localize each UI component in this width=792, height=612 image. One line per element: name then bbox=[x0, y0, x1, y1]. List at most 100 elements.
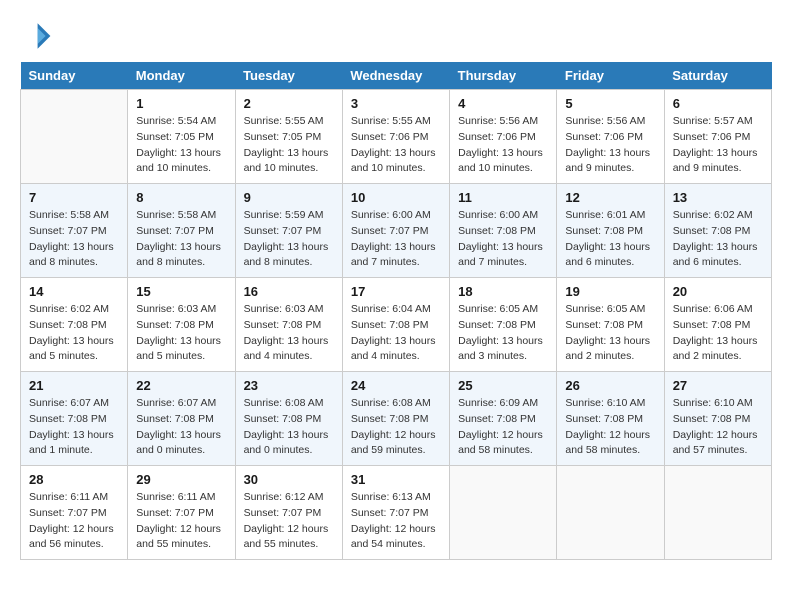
day-number: 30 bbox=[244, 472, 334, 487]
day-info: Sunrise: 6:09 AM Sunset: 7:08 PM Dayligh… bbox=[458, 396, 548, 459]
calendar-week-row: 1 Sunrise: 5:54 AM Sunset: 7:05 PM Daylig… bbox=[21, 90, 772, 184]
day-number: 6 bbox=[673, 96, 763, 111]
calendar-cell: 10 Sunrise: 6:00 AM Sunset: 7:07 PM Dayli… bbox=[342, 184, 449, 278]
calendar-cell: 21Sunrise: 6:07 AM Sunset: 7:08 PM Dayli… bbox=[21, 372, 128, 466]
day-number: 1 bbox=[136, 96, 226, 111]
calendar-cell: 18 Sunrise: 6:05 AM Sunset: 7:08 PM Dayli… bbox=[450, 278, 557, 372]
calendar-week-row: 21Sunrise: 6:07 AM Sunset: 7:08 PM Dayli… bbox=[21, 372, 772, 466]
calendar-cell bbox=[664, 466, 771, 560]
day-info: Sunrise: 6:13 AM Sunset: 7:07 PM Dayligh… bbox=[351, 490, 441, 553]
calendar-week-row: 14Sunrise: 6:02 AM Sunset: 7:08 PM Dayli… bbox=[21, 278, 772, 372]
calendar-cell: 2 Sunrise: 5:55 AM Sunset: 7:05 PM Daylig… bbox=[235, 90, 342, 184]
day-info: Sunrise: 5:57 AM Sunset: 7:06 PM Dayligh… bbox=[673, 114, 763, 177]
calendar-cell: 30 Sunrise: 6:12 AM Sunset: 7:07 PM Dayli… bbox=[235, 466, 342, 560]
calendar-cell: 28 Sunrise: 6:11 AM Sunset: 7:07 PM Dayli… bbox=[21, 466, 128, 560]
logo bbox=[20, 20, 56, 52]
calendar-cell: 23 Sunrise: 6:08 AM Sunset: 7:08 PM Dayli… bbox=[235, 372, 342, 466]
calendar-cell: 5 Sunrise: 5:56 AM Sunset: 7:06 PM Daylig… bbox=[557, 90, 664, 184]
calendar-cell bbox=[450, 466, 557, 560]
day-number: 4 bbox=[458, 96, 548, 111]
calendar-cell: 17 Sunrise: 6:04 AM Sunset: 7:08 PM Dayli… bbox=[342, 278, 449, 372]
day-info: Sunrise: 6:05 AM Sunset: 7:08 PM Dayligh… bbox=[565, 302, 655, 365]
day-info: Sunrise: 5:58 AM Sunset: 7:07 PM Dayligh… bbox=[136, 208, 226, 271]
day-info: Sunrise: 6:02 AM Sunset: 7:08 PM Dayligh… bbox=[29, 302, 119, 365]
calendar-cell bbox=[557, 466, 664, 560]
calendar-cell: 26 Sunrise: 6:10 AM Sunset: 7:08 PM Dayli… bbox=[557, 372, 664, 466]
day-info: Sunrise: 6:07 AM Sunset: 7:08 PM Dayligh… bbox=[29, 396, 119, 459]
day-number: 23 bbox=[244, 378, 334, 393]
calendar-cell: 6 Sunrise: 5:57 AM Sunset: 7:06 PM Daylig… bbox=[664, 90, 771, 184]
day-number: 12 bbox=[565, 190, 655, 205]
day-info: Sunrise: 6:03 AM Sunset: 7:08 PM Dayligh… bbox=[244, 302, 334, 365]
day-info: Sunrise: 6:10 AM Sunset: 7:08 PM Dayligh… bbox=[565, 396, 655, 459]
day-info: Sunrise: 6:05 AM Sunset: 7:08 PM Dayligh… bbox=[458, 302, 548, 365]
day-info: Sunrise: 6:06 AM Sunset: 7:08 PM Dayligh… bbox=[673, 302, 763, 365]
day-number: 29 bbox=[136, 472, 226, 487]
calendar-cell bbox=[21, 90, 128, 184]
day-number: 8 bbox=[136, 190, 226, 205]
calendar-cell: 9Sunrise: 5:59 AM Sunset: 7:07 PM Daylig… bbox=[235, 184, 342, 278]
day-info: Sunrise: 6:00 AM Sunset: 7:08 PM Dayligh… bbox=[458, 208, 548, 271]
day-header-tuesday: Tuesday bbox=[235, 62, 342, 90]
day-header-thursday: Thursday bbox=[450, 62, 557, 90]
calendar-cell: 16 Sunrise: 6:03 AM Sunset: 7:08 PM Dayli… bbox=[235, 278, 342, 372]
day-info: Sunrise: 6:07 AM Sunset: 7:08 PM Dayligh… bbox=[136, 396, 226, 459]
day-info: Sunrise: 6:11 AM Sunset: 7:07 PM Dayligh… bbox=[136, 490, 226, 553]
day-header-wednesday: Wednesday bbox=[342, 62, 449, 90]
calendar-cell: 20 Sunrise: 6:06 AM Sunset: 7:08 PM Dayli… bbox=[664, 278, 771, 372]
day-info: Sunrise: 5:54 AM Sunset: 7:05 PM Dayligh… bbox=[136, 114, 226, 177]
day-info: Sunrise: 6:00 AM Sunset: 7:07 PM Dayligh… bbox=[351, 208, 441, 271]
day-info: Sunrise: 5:55 AM Sunset: 7:06 PM Dayligh… bbox=[351, 114, 441, 177]
day-number: 7 bbox=[29, 190, 119, 205]
calendar-cell: 31 Sunrise: 6:13 AM Sunset: 7:07 PM Dayli… bbox=[342, 466, 449, 560]
day-number: 16 bbox=[244, 284, 334, 299]
day-info: Sunrise: 6:03 AM Sunset: 7:08 PM Dayligh… bbox=[136, 302, 226, 365]
day-number: 10 bbox=[351, 190, 441, 205]
calendar-cell: 24Sunrise: 6:08 AM Sunset: 7:08 PM Dayli… bbox=[342, 372, 449, 466]
calendar-cell: 27Sunrise: 6:10 AM Sunset: 7:08 PM Dayli… bbox=[664, 372, 771, 466]
day-header-sunday: Sunday bbox=[21, 62, 128, 90]
day-info: Sunrise: 5:56 AM Sunset: 7:06 PM Dayligh… bbox=[458, 114, 548, 177]
calendar-body: 1 Sunrise: 5:54 AM Sunset: 7:05 PM Daylig… bbox=[21, 90, 772, 560]
calendar-cell: 25 Sunrise: 6:09 AM Sunset: 7:08 PM Dayli… bbox=[450, 372, 557, 466]
day-number: 22 bbox=[136, 378, 226, 393]
logo-icon bbox=[20, 20, 52, 52]
calendar-cell: 4 Sunrise: 5:56 AM Sunset: 7:06 PM Daylig… bbox=[450, 90, 557, 184]
day-info: Sunrise: 6:08 AM Sunset: 7:08 PM Dayligh… bbox=[351, 396, 441, 459]
day-number: 5 bbox=[565, 96, 655, 111]
calendar-week-row: 7 Sunrise: 5:58 AM Sunset: 7:07 PM Daylig… bbox=[21, 184, 772, 278]
day-info: Sunrise: 6:11 AM Sunset: 7:07 PM Dayligh… bbox=[29, 490, 119, 553]
day-number: 31 bbox=[351, 472, 441, 487]
calendar-cell: 11Sunrise: 6:00 AM Sunset: 7:08 PM Dayli… bbox=[450, 184, 557, 278]
day-info: Sunrise: 5:56 AM Sunset: 7:06 PM Dayligh… bbox=[565, 114, 655, 177]
day-info: Sunrise: 6:12 AM Sunset: 7:07 PM Dayligh… bbox=[244, 490, 334, 553]
day-info: Sunrise: 6:01 AM Sunset: 7:08 PM Dayligh… bbox=[565, 208, 655, 271]
day-number: 28 bbox=[29, 472, 119, 487]
day-info: Sunrise: 5:55 AM Sunset: 7:05 PM Dayligh… bbox=[244, 114, 334, 177]
day-header-friday: Friday bbox=[557, 62, 664, 90]
day-number: 19 bbox=[565, 284, 655, 299]
calendar-cell: 29 Sunrise: 6:11 AM Sunset: 7:07 PM Dayli… bbox=[128, 466, 235, 560]
day-info: Sunrise: 5:58 AM Sunset: 7:07 PM Dayligh… bbox=[29, 208, 119, 271]
day-info: Sunrise: 6:04 AM Sunset: 7:08 PM Dayligh… bbox=[351, 302, 441, 365]
page-header bbox=[20, 20, 772, 52]
day-number: 26 bbox=[565, 378, 655, 393]
day-number: 20 bbox=[673, 284, 763, 299]
day-number: 9 bbox=[244, 190, 334, 205]
day-info: Sunrise: 6:02 AM Sunset: 7:08 PM Dayligh… bbox=[673, 208, 763, 271]
day-number: 18 bbox=[458, 284, 548, 299]
day-number: 2 bbox=[244, 96, 334, 111]
calendar-cell: 14Sunrise: 6:02 AM Sunset: 7:08 PM Dayli… bbox=[21, 278, 128, 372]
calendar-header-row: SundayMondayTuesdayWednesdayThursdayFrid… bbox=[21, 62, 772, 90]
day-number: 3 bbox=[351, 96, 441, 111]
calendar-cell: 1 Sunrise: 5:54 AM Sunset: 7:05 PM Daylig… bbox=[128, 90, 235, 184]
day-info: Sunrise: 6:08 AM Sunset: 7:08 PM Dayligh… bbox=[244, 396, 334, 459]
calendar-cell: 15Sunrise: 6:03 AM Sunset: 7:08 PM Dayli… bbox=[128, 278, 235, 372]
day-number: 13 bbox=[673, 190, 763, 205]
calendar-table: SundayMondayTuesdayWednesdayThursdayFrid… bbox=[20, 62, 772, 560]
day-info: Sunrise: 6:10 AM Sunset: 7:08 PM Dayligh… bbox=[673, 396, 763, 459]
day-number: 17 bbox=[351, 284, 441, 299]
day-number: 25 bbox=[458, 378, 548, 393]
calendar-cell: 19 Sunrise: 6:05 AM Sunset: 7:08 PM Dayli… bbox=[557, 278, 664, 372]
calendar-cell: 13 Sunrise: 6:02 AM Sunset: 7:08 PM Dayli… bbox=[664, 184, 771, 278]
